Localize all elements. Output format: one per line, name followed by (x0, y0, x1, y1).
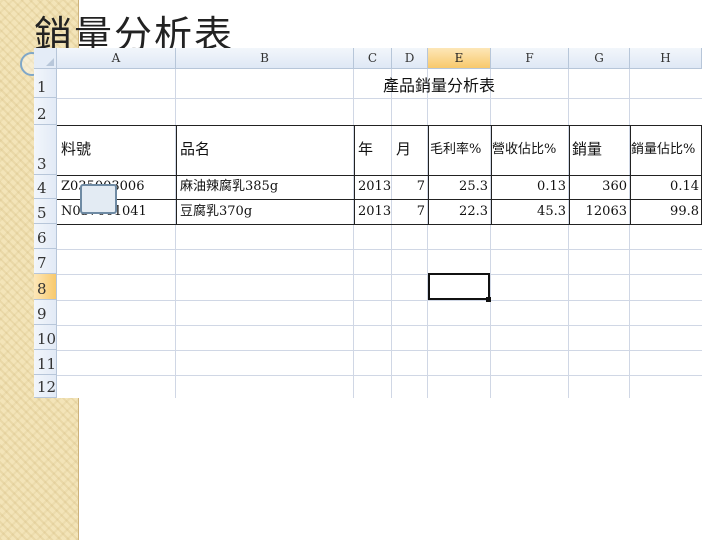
header-sales-share[interactable]: 銷量佔比% (631, 139, 702, 161)
row-header-7[interactable]: 7 (34, 249, 57, 274)
column-header-a[interactable]: A (57, 48, 176, 69)
sheet-title-cell[interactable]: 產品銷量分析表 (176, 75, 702, 97)
column-header-e[interactable]: E (428, 48, 491, 69)
column-header-d[interactable]: D (392, 48, 428, 69)
column-header-f[interactable]: F (491, 48, 569, 69)
row-header-11[interactable]: 11 (34, 350, 57, 375)
gridline (57, 274, 702, 275)
gridline (57, 249, 702, 250)
row-header-8[interactable]: 8 (34, 274, 57, 300)
column-header-h[interactable]: H (630, 48, 702, 69)
table-border (176, 125, 177, 224)
spreadsheet: A B C D E F G H 1 2 3 4 5 6 7 8 9 10 11 … (34, 48, 702, 398)
cell-year[interactable]: 2013 (358, 177, 392, 197)
header-year[interactable]: 年 (358, 138, 388, 160)
select-all-button[interactable] (34, 48, 57, 69)
row-header-1[interactable]: 1 (34, 69, 57, 98)
table-border (354, 125, 355, 224)
cell-month[interactable]: 7 (392, 201, 428, 222)
table-border (57, 199, 702, 200)
gridline (57, 300, 702, 301)
selected-cell-e8[interactable] (428, 273, 490, 300)
table-border (57, 224, 702, 225)
cell-gross-margin[interactable]: 25.3 (428, 177, 491, 197)
header-gross-margin[interactable]: 毛利率% (430, 139, 490, 161)
gridline (57, 98, 702, 99)
row-header-12[interactable]: 12 (34, 375, 57, 398)
row-header-4[interactable]: 4 (34, 175, 57, 199)
cell-item-no[interactable]: N037001041 (61, 201, 175, 222)
gridline (57, 350, 702, 351)
gridline (57, 325, 702, 326)
header-month[interactable]: 月 (396, 138, 426, 160)
table-border (57, 125, 702, 126)
table-border (57, 175, 702, 176)
cell-sales-share[interactable]: 0.14 (630, 177, 702, 197)
cell-item-no[interactable]: Z035003006 (61, 177, 175, 197)
fill-handle[interactable] (486, 297, 491, 302)
cell-product-name[interactable]: 麻油辣腐乳385g (180, 177, 352, 197)
row-header-2[interactable]: 2 (34, 98, 57, 125)
row-header-9[interactable]: 9 (34, 300, 57, 325)
column-header-b[interactable]: B (176, 48, 354, 69)
header-revenue-share[interactable]: 營收佔比% (492, 139, 569, 161)
column-header-g[interactable]: G (569, 48, 630, 69)
header-item-no[interactable]: 料號 (61, 138, 173, 160)
row-header-10[interactable]: 10 (34, 325, 57, 350)
cell-month[interactable]: 7 (392, 177, 428, 197)
cell-sales[interactable]: 360 (569, 177, 630, 197)
overlay-shape (80, 184, 117, 214)
cell-revenue-share[interactable]: 0.13 (491, 177, 569, 197)
cell-sales[interactable]: 12063 (569, 201, 630, 222)
cell-grid[interactable] (57, 69, 702, 398)
cell-revenue-share[interactable]: 45.3 (491, 201, 569, 222)
row-header-5[interactable]: 5 (34, 199, 57, 224)
column-header-c[interactable]: C (354, 48, 392, 69)
cell-gross-margin[interactable]: 22.3 (428, 201, 491, 222)
row-header-6[interactable]: 6 (34, 224, 57, 249)
row-header-3[interactable]: 3 (34, 125, 57, 175)
header-product-name[interactable]: 品名 (180, 138, 350, 160)
cell-year[interactable]: 2013 (358, 201, 392, 222)
header-sales[interactable]: 銷量 (572, 138, 628, 160)
cell-sales-share[interactable]: 99.8 (630, 201, 702, 222)
cell-product-name[interactable]: 豆腐乳370g (180, 201, 352, 222)
gridline (57, 375, 702, 376)
